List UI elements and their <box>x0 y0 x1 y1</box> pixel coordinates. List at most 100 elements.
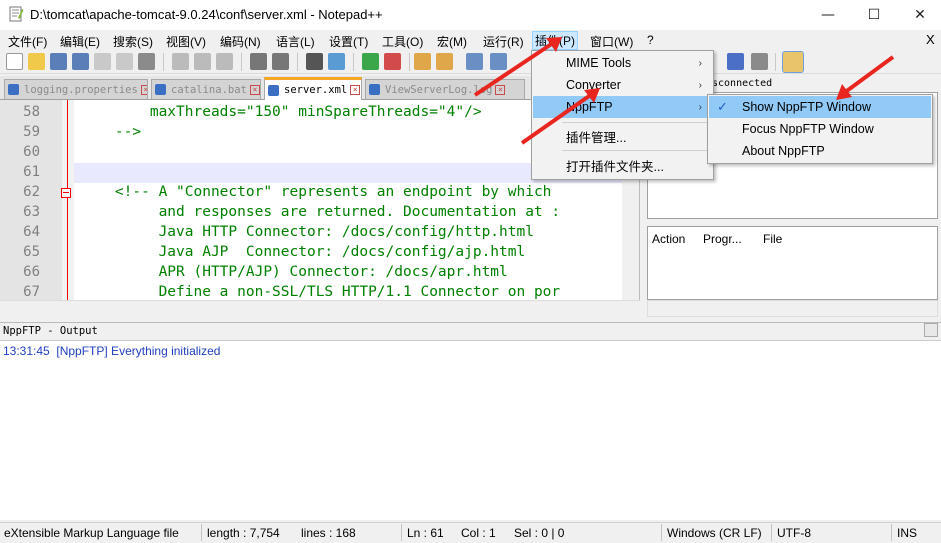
menu-item-focus-nppftp-window[interactable]: Focus NppFTP Window <box>709 118 931 140</box>
status-selection: Sel : 0 | 0 <box>514 526 565 540</box>
tab-label: logging.properties <box>24 83 138 96</box>
line-number: 66 <box>23 264 40 280</box>
replace-icon[interactable] <box>328 53 345 70</box>
line-number: 61 <box>23 164 40 180</box>
tab-catalina-bat[interactable]: catalina.bat × <box>151 79 261 99</box>
close-all-icon[interactable] <box>116 53 133 70</box>
queue-column-file[interactable]: File <box>763 232 782 246</box>
submenu-arrow-icon: › <box>698 57 702 69</box>
menu-settings[interactable]: 设置(T) <box>329 33 368 50</box>
status-encoding: UTF-8 <box>777 526 811 540</box>
status-file-type: eXtensible Markup Language file <box>4 526 179 540</box>
tab-close-icon[interactable]: × <box>495 84 506 95</box>
menu-search[interactable]: 搜索(S) <box>113 33 153 50</box>
output-panel[interactable] <box>0 340 941 520</box>
menu-item-label: 打开插件文件夹... <box>566 159 664 174</box>
menu-item-open-plugins-folder[interactable]: 打开插件文件夹... <box>533 154 712 176</box>
menu-encoding[interactable]: 编码(N) <box>220 33 261 50</box>
zoom-in-icon[interactable] <box>362 53 379 70</box>
cut-icon[interactable] <box>172 53 189 70</box>
word-wrap-icon[interactable] <box>466 53 483 70</box>
code-line: Java HTTP Connector: /docs/config/http.h… <box>80 224 534 240</box>
menu-item-label: 插件管理... <box>566 130 627 145</box>
output-panel-header <box>0 322 941 340</box>
tab-close-icon[interactable]: × <box>140 84 147 95</box>
menu-item-show-nppftp-window[interactable]: ✓ Show NppFTP Window <box>709 96 931 118</box>
menu-language[interactable]: 语言(L) <box>276 33 315 50</box>
menu-help[interactable]: ? <box>647 33 654 47</box>
output-close-icon[interactable] <box>924 323 938 337</box>
window-close-button[interactable]: ✕ <box>897 0 941 30</box>
menu-macro[interactable]: 宏(M) <box>437 33 467 50</box>
close-file-icon[interactable] <box>94 53 111 70</box>
fold-margin <box>62 100 74 300</box>
queue-column-action[interactable]: Action <box>652 232 685 246</box>
tab-close-icon[interactable]: × <box>350 85 361 95</box>
fold-line <box>67 100 68 300</box>
status-separator <box>771 524 772 541</box>
macro-play-multiple-icon[interactable] <box>727 53 744 70</box>
save-icon[interactable] <box>50 53 67 70</box>
menu-view[interactable]: 视图(V) <box>166 33 206 50</box>
menu-item-converter[interactable]: Converter › <box>533 74 712 96</box>
redo-icon[interactable] <box>272 53 289 70</box>
zoom-out-icon[interactable] <box>384 53 401 70</box>
toolbar-separator <box>409 53 410 71</box>
code-line: --> <box>80 124 142 140</box>
menu-separator <box>562 122 712 123</box>
status-separator <box>661 524 662 541</box>
menu-item-plugin-admin[interactable]: 插件管理... <box>533 125 712 147</box>
menu-run[interactable]: 运行(R) <box>483 33 524 50</box>
saved-file-icon <box>8 84 19 95</box>
status-separator <box>891 524 892 541</box>
menu-item-nppftp[interactable]: NppFTP › <box>533 96 712 118</box>
connection-status: sconnected <box>712 78 773 89</box>
maximize-button[interactable]: ☐ <box>851 0 897 30</box>
sync-horizontal-icon[interactable] <box>436 53 453 70</box>
menu-tools[interactable]: 工具(O) <box>382 33 423 50</box>
saved-file-icon <box>268 84 279 96</box>
undo-icon[interactable] <box>250 53 267 70</box>
find-icon[interactable] <box>306 53 323 70</box>
output-panel-title: NppFTP - Output <box>3 325 98 337</box>
fold-collapse-icon[interactable] <box>61 188 71 198</box>
tab-label: catalina.bat <box>171 83 247 96</box>
print-icon[interactable] <box>138 53 155 70</box>
macro-save-icon[interactable] <box>751 53 768 70</box>
status-lines: lines : 168 <box>301 526 356 540</box>
tab-server-xml[interactable]: server.xml × <box>264 77 362 100</box>
new-file-icon[interactable] <box>6 53 23 70</box>
menu-item-about-nppftp[interactable]: About NppFTP <box>709 140 931 162</box>
menu-file[interactable]: 文件(F) <box>8 33 47 50</box>
document-close-button[interactable]: X <box>926 32 935 47</box>
menu-item-label: About NppFTP <box>742 144 825 158</box>
tab-close-icon[interactable]: × <box>249 84 260 95</box>
status-eol: Windows (CR LF) <box>667 526 762 540</box>
menu-item-mime-tools[interactable]: MIME Tools › <box>533 52 712 74</box>
show-all-chars-icon[interactable] <box>490 53 507 70</box>
code-line: and responses are returned. Documentatio… <box>80 204 561 220</box>
code-line: maxThreads="150" minSpareThreads="4"/> <box>80 104 482 120</box>
paste-icon[interactable] <box>216 53 233 70</box>
ftp-queue-list[interactable] <box>647 226 938 300</box>
menu-edit[interactable]: 编辑(E) <box>60 33 100 50</box>
status-separator <box>401 524 402 541</box>
tab-viewserverlog[interactable]: ViewServerLog.log × <box>365 79 525 99</box>
menu-plugins[interactable]: 插件(P) <box>532 31 578 50</box>
editor-horizontal-scrollbar[interactable] <box>0 300 640 316</box>
queue-horizontal-scrollbar[interactable] <box>647 300 938 317</box>
menu-item-label: Converter <box>566 78 621 92</box>
sync-vertical-icon[interactable] <box>414 53 431 70</box>
line-number: 58 <box>23 104 40 120</box>
save-all-icon[interactable] <box>72 53 89 70</box>
menu-window[interactable]: 窗口(W) <box>590 33 633 50</box>
code-line: Java AJP Connector: /docs/config/ajp.htm… <box>80 244 526 260</box>
window-title: D:\tomcat\apache-tomcat-9.0.24\conf\serv… <box>30 7 383 22</box>
minimize-button[interactable]: — <box>805 0 851 30</box>
open-file-icon[interactable] <box>28 53 45 70</box>
line-number: 62 <box>23 184 40 200</box>
queue-column-progress[interactable]: Progr... <box>703 232 742 246</box>
nppftp-toolbar-icon[interactable] <box>782 51 804 73</box>
copy-icon[interactable] <box>194 53 211 70</box>
tab-logging-properties[interactable]: logging.properties × <box>4 79 148 99</box>
